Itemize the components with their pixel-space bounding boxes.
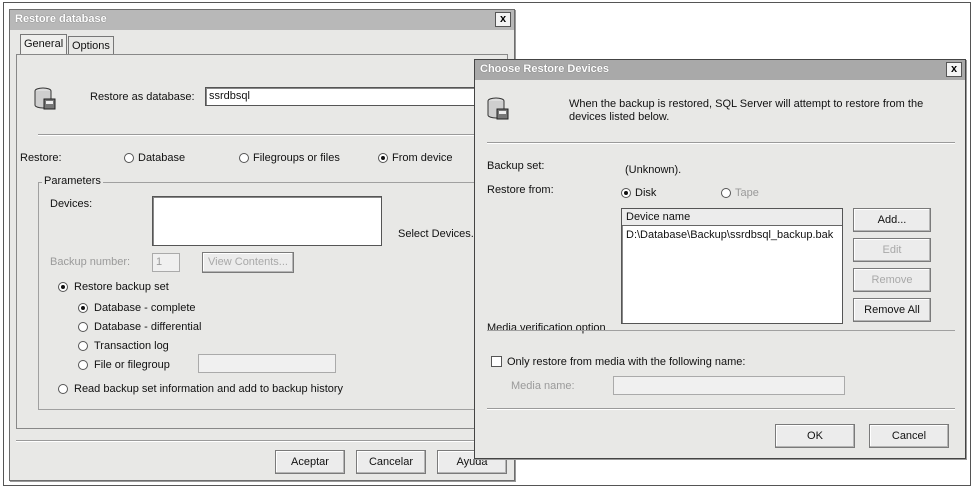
transaction-log-label: Transaction log [94,340,169,352]
restore-filegroups-radio[interactable] [239,153,249,163]
restore-backup-set-radio[interactable] [58,282,68,292]
parameters-label: Parameters [42,175,103,187]
select-devices-link[interactable]: Select Devices... [398,228,480,240]
restore-from-disk-label: Disk [635,187,657,199]
restore-from-disk-radio[interactable] [621,188,631,198]
cancel-button[interactable]: Cancelar [356,450,426,474]
read-backup-set-label: Read backup set information and add to b… [74,383,344,395]
remove-all-button[interactable]: Remove All [853,298,931,322]
screenshot-frame: Restore database x General Options Resto… [3,2,971,486]
remove-device-button[interactable]: Remove [853,268,931,292]
file-or-filegroup-label: File or filegroup [94,359,170,371]
separator-bottom [16,440,508,442]
choose-restore-devices-dialog: Choose Restore Devices x When the backup… [474,59,966,459]
accept-button[interactable]: Aceptar [275,450,345,474]
device-path: D:\Database\Backup\ssrdbsql_backup.bak [626,229,834,241]
restore-dialog-title: Restore database [15,13,107,25]
edit-device-button[interactable]: Edit [853,238,931,262]
database-differential-radio[interactable] [78,322,88,332]
backup-number-value: 1 [156,256,163,268]
devices-list[interactable] [152,196,382,246]
devices-dialog-title: Choose Restore Devices [480,63,609,75]
separator-top [38,134,498,136]
restore-database-radio[interactable] [124,153,134,163]
restore-backup-set-label: Restore backup set [74,281,169,293]
list-item[interactable]: D:\Database\Backup\ssrdbsql_backup.bak [622,226,842,244]
devices-dialog-close-button[interactable]: x [946,62,962,77]
restore-label: Restore: [20,152,62,164]
devices-description: When the backup is restored, SQL Server … [569,98,924,123]
restore-dialog-titlebar: Restore database x [10,10,514,30]
transaction-log-radio[interactable] [78,341,88,351]
database-restore-icon [34,87,56,110]
restore-filegroups-label: Filegroups or files [253,152,340,164]
restore-from-label: Restore from: [487,184,554,196]
database-differential-label: Database - differential [94,321,202,333]
backup-set-value: (Unknown). [625,164,682,176]
media-name-input[interactable] [613,376,845,395]
file-or-filegroup-input[interactable] [198,354,336,373]
device-name-header-label: Device name [626,211,691,223]
tab-options-label: Options [72,40,110,52]
device-name-header[interactable]: Device name [622,209,842,226]
devices-cancel-button[interactable]: Cancel [869,424,949,448]
restore-from-device-label: From device [392,152,453,164]
restore-database-dialog: Restore database x General Options Resto… [9,9,515,481]
media-name-label: Media name: [511,380,575,392]
restore-from-tape-label: Tape [735,187,759,199]
database-restore-icon [487,97,509,120]
tab-general-label: General [24,38,64,50]
backup-set-label: Backup set: [487,160,545,172]
database-complete-radio[interactable] [78,303,88,313]
database-complete-label: Database - complete [94,302,196,314]
backup-number-label: Backup number: [50,256,131,268]
devices-dialog-titlebar: Choose Restore Devices x [475,60,965,80]
restore-as-database-value: ssrdbsql [209,90,250,102]
only-restore-checkbox[interactable] [491,356,502,367]
ok-button[interactable]: OK [775,424,855,448]
restore-from-tape-radio[interactable] [721,188,731,198]
devices-label: Devices: [50,198,93,210]
only-restore-label: Only restore from media with the followi… [507,356,746,368]
add-device-button[interactable]: Add... [853,208,931,232]
tab-options[interactable]: Options [68,36,114,54]
file-or-filegroup-radio[interactable] [78,360,88,370]
restore-database-label: Database [138,152,186,164]
devices-separator-bottom [487,408,955,410]
backup-number-input[interactable]: 1 [152,253,180,272]
restore-from-device-radio[interactable] [378,153,388,163]
tab-general[interactable]: General [20,34,68,54]
devices-separator-top [487,142,955,144]
device-list[interactable]: Device name D:\Database\Backup\ssrdbsql_… [621,208,843,324]
restore-as-database-input[interactable]: ssrdbsql [205,87,495,106]
view-contents-button[interactable]: View Contents... [202,252,294,273]
restore-as-label: Restore as database: [90,91,195,103]
restore-dialog-close-button[interactable]: x [495,12,511,27]
read-backup-set-radio[interactable] [58,384,68,394]
